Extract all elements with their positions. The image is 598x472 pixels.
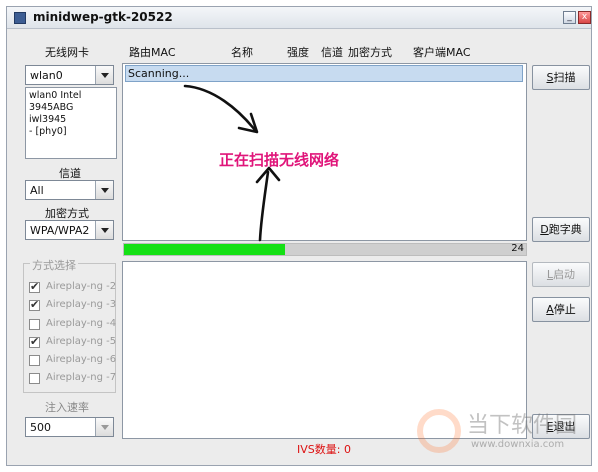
- mode-checkbox-label: Aireplay-ng -7: [46, 372, 117, 383]
- channel-label: 信道: [59, 167, 81, 180]
- column-header-signal: 强度: [287, 46, 309, 59]
- checkbox-box[interactable]: [29, 319, 40, 330]
- stop-button[interactable]: A停止: [532, 297, 590, 322]
- checkbox-box[interactable]: [29, 335, 40, 348]
- nic-select[interactable]: wlan0: [25, 65, 114, 85]
- watermark-text: 当下软件园: [467, 413, 578, 438]
- window-title: minidwep-gtk-20522: [33, 10, 173, 24]
- scanning-annotation: 正在扫描无线网络: [219, 151, 340, 169]
- watermark-url: www.downxia.com: [471, 439, 565, 450]
- minimize-button[interactable]: _: [563, 11, 576, 24]
- mode-checkbox-label: Aireplay-ng -5: [46, 336, 117, 347]
- nic-info-box: wlan0 Intel 3945ABG iwl3945 - [phy0]: [25, 87, 117, 159]
- channel-select[interactable]: All: [25, 180, 114, 200]
- rate-select[interactable]: 500: [25, 417, 114, 437]
- checkbox-box[interactable]: [29, 298, 40, 311]
- chevron-down-icon[interactable]: [95, 66, 113, 84]
- column-header-name: 名称: [231, 46, 253, 59]
- column-header-encryption: 加密方式: [348, 46, 392, 59]
- close-button[interactable]: x: [578, 11, 591, 24]
- start-button[interactable]: L启动: [532, 262, 590, 287]
- mode-group-title: 方式选择: [30, 257, 78, 273]
- app-icon: [14, 12, 26, 24]
- channel-select-value: All: [30, 184, 44, 197]
- checkbox-box[interactable]: [29, 280, 40, 293]
- nic-label: 无线网卡: [45, 46, 89, 59]
- dictionary-button[interactable]: D跑字典: [532, 217, 590, 242]
- progress-fill: [124, 244, 285, 255]
- mode-group: 方式选择 Aireplay-ng -2 Aireplay-ng -3 Airep…: [23, 257, 117, 393]
- ivs-count: IVS数量: 0: [297, 443, 351, 456]
- mode-checkbox-label: Aireplay-ng -3: [46, 299, 117, 310]
- nic-info-line: - [phy0]: [29, 126, 67, 137]
- rate-label: 注入速率: [45, 401, 89, 414]
- mode-checkbox-label: Aireplay-ng -2: [46, 281, 117, 292]
- mode-checkbox-label: Aireplay-ng -4: [46, 318, 117, 329]
- app-window: minidwep-gtk-20522 _ x 无线网卡 wlan0 wlan0 …: [6, 6, 592, 466]
- stop-button-label: 停止: [553, 303, 576, 316]
- mode-checkbox-label: Aireplay-ng -6: [46, 354, 117, 365]
- start-button-label: 启动: [553, 268, 576, 281]
- watermark-logo-icon: [417, 409, 461, 453]
- stop-hotkey: A: [546, 303, 554, 316]
- rate-select-value: 500: [30, 421, 51, 434]
- encryption-select[interactable]: WPA/WPA2: [25, 220, 114, 240]
- column-header-client-mac: 客户端MAC: [413, 46, 471, 59]
- nic-info-line: wlan0 Intel: [29, 90, 82, 101]
- scan-button-label: 扫描: [553, 71, 576, 84]
- watermark: 当下软件园 www.downxia.com: [417, 403, 593, 463]
- column-header-channel: 信道: [321, 46, 343, 59]
- chevron-down-icon[interactable]: [95, 181, 113, 199]
- column-header-bssid: 路由MAC: [129, 46, 176, 59]
- progress-bar: 24: [123, 243, 527, 256]
- dictionary-button-label: 跑字典: [548, 223, 582, 236]
- chevron-down-icon[interactable]: [95, 418, 113, 436]
- nic-select-value: wlan0: [30, 69, 63, 82]
- dictionary-hotkey: D: [540, 223, 549, 236]
- title-bar: minidwep-gtk-20522 _ x: [7, 7, 591, 29]
- scan-button[interactable]: S扫描: [532, 65, 590, 90]
- nic-info-line: 3945ABG iwl3945: [29, 102, 74, 125]
- checkbox-box[interactable]: [29, 373, 40, 384]
- encryption-select-value: WPA/WPA2: [30, 224, 90, 237]
- encryption-label: 加密方式: [45, 207, 89, 220]
- chevron-down-icon[interactable]: [95, 221, 113, 239]
- progress-value: 24: [511, 243, 524, 254]
- checkbox-box[interactable]: [29, 355, 40, 366]
